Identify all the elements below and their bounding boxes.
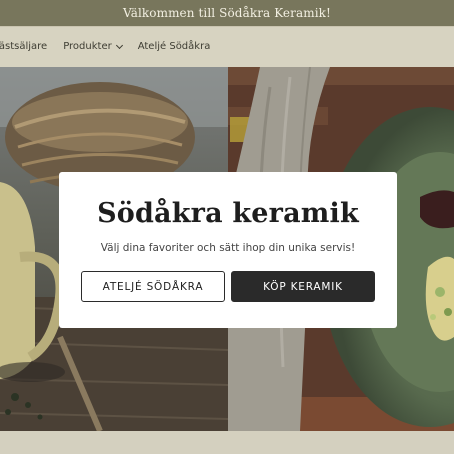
modal-title: Södåkra keramik [97,198,359,229]
nav-item-bestsellers[interactable]: Bästsäljare [0,41,47,52]
nav-item-products[interactable]: Produkter [63,41,123,52]
page-bottom-strip [0,431,454,454]
atelier-button[interactable]: ATELJÉ SÖDÅKRA [81,271,225,302]
announcement-bar: Välkommen till Södåkra Keramik! [0,0,454,26]
buy-ceramics-button[interactable]: KÖP KERAMIK [231,271,375,302]
popup-modal: Södåkra keramik Välj dina favoriter och … [59,172,397,328]
nav-item-label: Ateljé Södåkra [137,41,211,52]
nav-item-atelier[interactable]: Ateljé Södåkra [138,41,211,52]
chevron-down-icon [115,41,123,49]
site-header: Bästsäljare Produkter Ateljé Södåkra [0,26,454,67]
modal-subtitle: Välj dina favoriter och sätt ihop din un… [100,242,356,254]
main-nav: Bästsäljare Produkter Ateljé Södåkra [0,41,210,52]
announcement-text: Välkommen till Södåkra Keramik! [123,6,331,20]
nav-item-label: Produkter [63,41,112,52]
nav-item-label: Bästsäljare [0,41,48,52]
